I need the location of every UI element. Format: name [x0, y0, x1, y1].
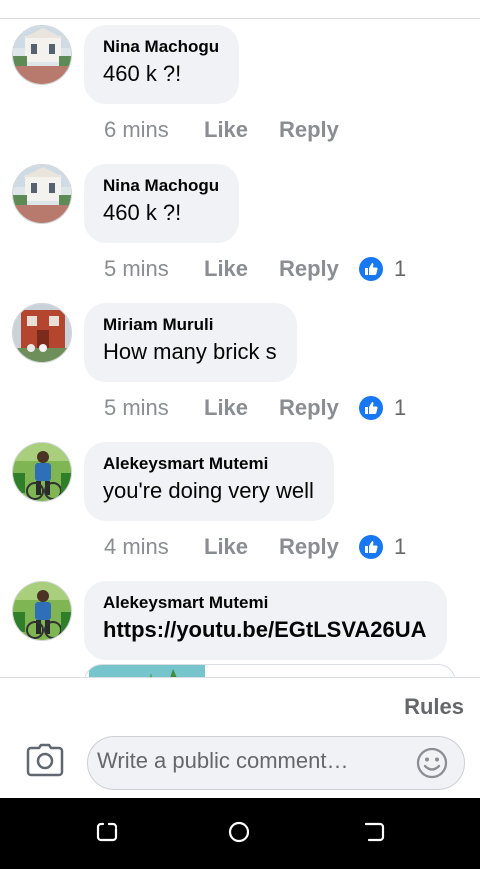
avatar[interactable] — [12, 581, 72, 641]
reaction-summary[interactable]: 1 — [359, 395, 406, 421]
comment-bubble: Alekeysmart Mutemi https://youtu.be/EGtL… — [84, 581, 447, 660]
thumbs-up-icon — [359, 535, 383, 559]
back-icon[interactable] — [362, 820, 386, 849]
comment-bubble: Nina Machogu 460 k ?! — [84, 164, 240, 243]
comment-author[interactable]: Nina Machogu — [103, 176, 219, 196]
comment-meta: 5 mins Like Reply 1 — [104, 394, 406, 422]
comment-input[interactable] — [97, 748, 397, 774]
comment-text: 460 k ?! — [103, 61, 182, 86]
thumbs-up-icon — [359, 257, 383, 281]
avatar[interactable] — [12, 303, 72, 363]
camera-icon[interactable] — [26, 743, 64, 782]
comment-meta: 4 mins Like Reply 1 — [104, 533, 406, 561]
comment-time: 6 mins — [104, 117, 169, 142]
comment-meta: 5 mins Like Reply 1 — [104, 255, 406, 283]
comment-time: 4 mins — [104, 534, 169, 559]
comment-text: 460 k ?! — [103, 200, 182, 225]
like-button[interactable]: Like — [204, 395, 279, 421]
reply-button[interactable]: Reply — [279, 117, 359, 143]
comment-time: 5 mins — [104, 256, 169, 281]
comment-author[interactable]: Alekeysmart Mutemi — [103, 454, 314, 474]
reaction-count: 1 — [394, 256, 407, 281]
reply-button[interactable]: Reply — [279, 534, 359, 560]
comment-author[interactable]: Alekeysmart Mutemi — [103, 593, 427, 613]
avatar[interactable] — [12, 442, 72, 502]
comment-text: you're doing very well — [103, 478, 314, 503]
avatar[interactable] — [12, 164, 72, 224]
recent-apps-icon[interactable] — [95, 820, 119, 849]
comment-time: 5 mins — [104, 395, 169, 420]
reply-button[interactable]: Reply — [279, 256, 359, 282]
comment-bubble: Alekeysmart Mutemi you're doing very wel… — [84, 442, 334, 521]
comment-bubble: Miriam Muruli How many brick s — [84, 303, 297, 382]
like-button[interactable]: Like — [204, 256, 279, 282]
reaction-summary[interactable]: 1 — [359, 256, 406, 282]
like-button[interactable]: Like — [204, 534, 279, 560]
like-button[interactable]: Like — [204, 117, 279, 143]
comment-input-box[interactable] — [87, 736, 465, 790]
comment-meta: 6 mins Like Reply — [104, 116, 359, 144]
comment-text: How many brick s — [103, 339, 277, 364]
comment-author[interactable]: Nina Machogu — [103, 37, 219, 57]
avatar[interactable] — [12, 25, 72, 85]
thumbs-up-icon — [359, 396, 383, 420]
comment-author[interactable]: Miriam Muruli — [103, 315, 277, 335]
reaction-summary[interactable]: 1 — [359, 534, 406, 560]
reply-button[interactable]: Reply — [279, 395, 359, 421]
reaction-count: 1 — [394, 395, 407, 420]
reaction-count: 1 — [394, 534, 407, 559]
comment-bubble: Nina Machogu 460 k ?! — [84, 25, 240, 104]
comment-link[interactable]: https://youtu.be/EGtLSVA26UA — [103, 617, 427, 643]
top-divider — [0, 18, 480, 19]
home-icon[interactable] — [227, 820, 251, 849]
smiley-icon[interactable] — [416, 747, 448, 784]
rules-link[interactable]: Rules — [404, 694, 464, 720]
navigation-bar — [0, 798, 480, 869]
